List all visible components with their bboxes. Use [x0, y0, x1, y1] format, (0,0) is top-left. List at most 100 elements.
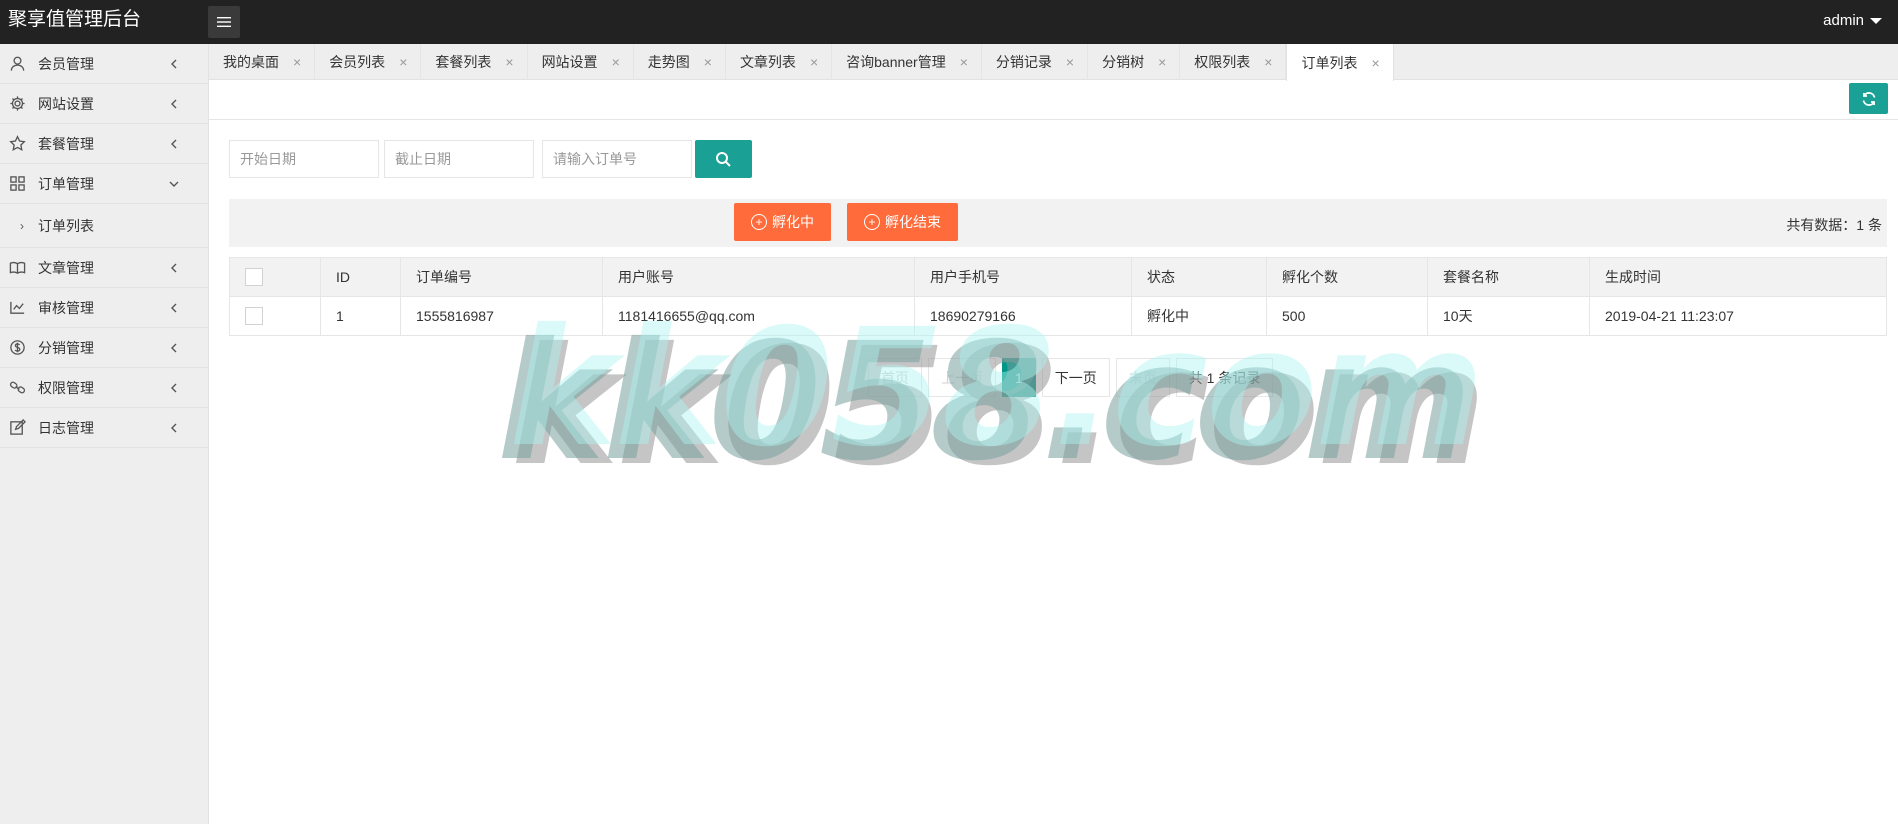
total-count: 共有数据：1 条	[1786, 217, 1882, 233]
sidebar-item-logs[interactable]: 日志管理	[0, 408, 208, 448]
grid-icon	[8, 175, 26, 193]
search-button[interactable]	[695, 140, 752, 178]
table-header-row: ID 订单编号 用户账号 用户手机号 状态 孵化个数 套餐名称 生成时间	[229, 257, 1887, 297]
sidebar-item-label: 分销管理	[38, 339, 94, 356]
close-icon[interactable]: ×	[1264, 54, 1272, 70]
page-summary: 共 1 条记录	[1175, 358, 1274, 397]
select-all-checkbox[interactable]	[245, 268, 263, 287]
search-form	[229, 140, 752, 178]
close-icon[interactable]: ×	[612, 54, 620, 70]
tab-banner-manage[interactable]: 咨询banner管理 ×	[832, 44, 982, 80]
close-icon[interactable]: ×	[399, 54, 407, 70]
table-cell: 1	[320, 296, 401, 336]
refresh-icon	[1862, 91, 1875, 106]
sidebar-item-orders[interactable]: 订单管理	[0, 164, 208, 204]
table-cell: 18690279166	[914, 296, 1132, 336]
gear-icon	[8, 95, 26, 113]
tab-member-list[interactable]: 会员列表 ×	[315, 44, 422, 80]
table-cell: 孵化中	[1131, 296, 1267, 336]
sidebar-item-articles[interactable]: 文章管理	[0, 248, 208, 288]
tab-site-settings[interactable]: 网站设置 ×	[528, 44, 634, 80]
tab-order-list[interactable]: 订单列表 ×	[1286, 44, 1394, 81]
search-icon	[716, 151, 731, 167]
chevron-left-icon	[168, 57, 180, 69]
incubating-button[interactable]: + 孵化中	[734, 203, 831, 241]
page-prev[interactable]: 上一页	[928, 358, 996, 397]
table-cell: 500	[1266, 296, 1428, 336]
tab-article-list[interactable]: 文章列表 ×	[726, 44, 833, 80]
column-header: 订单编号	[400, 257, 603, 297]
close-icon[interactable]: ×	[293, 54, 301, 70]
column-header: 生成时间	[1589, 257, 1887, 297]
page-last[interactable]: 末页	[1115, 358, 1170, 397]
chevron-left-icon	[168, 97, 180, 109]
caret-down-icon	[1870, 17, 1882, 24]
sidebar-item-members[interactable]: 会员管理	[0, 44, 208, 84]
tab-trend-chart[interactable]: 走势图 ×	[634, 44, 726, 80]
tab-desktop[interactable]: 我的桌面 ×	[209, 44, 316, 80]
sidebar-item-permissions[interactable]: 权限管理	[0, 368, 208, 408]
chevron-left-icon	[168, 341, 180, 353]
select-all-cell[interactable]	[229, 257, 321, 297]
incubate-end-button[interactable]: + 孵化结束	[847, 203, 958, 241]
order-table: ID 订单编号 用户账号 用户手机号 状态 孵化个数 套餐名称 生成时间 1 1…	[229, 257, 1887, 336]
close-icon[interactable]: ×	[1371, 55, 1379, 71]
tab-label: 我的桌面	[223, 54, 279, 70]
close-icon[interactable]: ×	[960, 54, 968, 70]
tab-permission-list[interactable]: 权限列表 ×	[1180, 44, 1287, 80]
book-icon	[8, 259, 26, 277]
sidebar-subitem-order-list[interactable]: › 订单列表	[0, 204, 208, 248]
column-header: 状态	[1131, 257, 1267, 297]
close-icon[interactable]: ×	[810, 54, 818, 70]
sidebar-subitem-label: 订单列表	[38, 217, 94, 234]
edit-icon	[8, 419, 26, 437]
close-icon[interactable]: ×	[505, 54, 513, 70]
column-header: 用户账号	[602, 257, 915, 297]
pagination: 首页 上一页 1 下一页 末页 共 1 条记录	[868, 358, 1279, 397]
link-icon	[8, 379, 26, 397]
close-icon[interactable]: ×	[1158, 54, 1166, 70]
page-first[interactable]: 首页	[868, 358, 922, 397]
sidebar-item-packages[interactable]: 套餐管理	[0, 124, 208, 164]
chevron-left-icon	[168, 301, 180, 313]
menu-toggle-button[interactable]	[208, 6, 240, 38]
column-header: 用户手机号	[914, 257, 1132, 297]
sidebar: 会员管理 网站设置 套餐管理 订单管理 › 订单列表 文章管理 审核管理 分销管…	[0, 44, 209, 824]
order-number-input[interactable]	[542, 140, 692, 178]
incubating-button-label: 孵化中	[772, 214, 814, 230]
end-date-input[interactable]	[384, 140, 534, 178]
sidebar-item-label: 网站设置	[38, 95, 94, 112]
column-header: 套餐名称	[1427, 257, 1590, 297]
tab-label: 权限列表	[1194, 54, 1251, 70]
chevron-left-icon	[168, 421, 180, 433]
star-icon	[8, 135, 26, 153]
page-current[interactable]: 1	[1002, 358, 1036, 397]
tab-label: 走势图	[647, 54, 690, 70]
sidebar-item-label: 文章管理	[38, 259, 94, 276]
refresh-button[interactable]	[1849, 83, 1888, 114]
tab-distribution-tree[interactable]: 分销树 ×	[1088, 44, 1181, 80]
tab-package-list[interactable]: 套餐列表 ×	[421, 44, 528, 80]
sidebar-item-site-settings[interactable]: 网站设置	[0, 84, 208, 124]
row-select-cell[interactable]	[229, 296, 321, 336]
tab-bar: 我的桌面 × 会员列表 × 套餐列表 × 网站设置 × 走势图 × 文章列表 × 咨询ban…	[209, 44, 1898, 81]
user-icon	[8, 55, 26, 73]
sidebar-item-distribution[interactable]: 分销管理	[0, 328, 208, 368]
sidebar-item-label: 日志管理	[38, 419, 94, 436]
sidebar-item-label: 订单管理	[38, 175, 94, 192]
table-row: 1 1555816987 1181416655@qq.com 186902791…	[229, 296, 1887, 336]
page-next[interactable]: 下一页	[1041, 358, 1110, 397]
sidebar-item-review[interactable]: 审核管理	[0, 288, 208, 328]
close-icon[interactable]: ×	[704, 54, 712, 70]
start-date-input[interactable]	[229, 140, 379, 178]
tab-distribution-records[interactable]: 分销记录 ×	[982, 44, 1089, 80]
top-header: 聚享值管理后台 admin	[0, 0, 1898, 44]
sidebar-item-label: 审核管理	[38, 299, 94, 316]
user-menu[interactable]: admin	[1823, 12, 1882, 29]
row-checkbox[interactable]	[245, 307, 263, 326]
chevron-down-icon	[168, 177, 180, 189]
sidebar-item-label: 套餐管理	[38, 135, 94, 152]
tab-label: 套餐列表	[435, 54, 492, 70]
close-icon[interactable]: ×	[1066, 54, 1074, 70]
table-cell: 1181416655@qq.com	[602, 296, 915, 336]
